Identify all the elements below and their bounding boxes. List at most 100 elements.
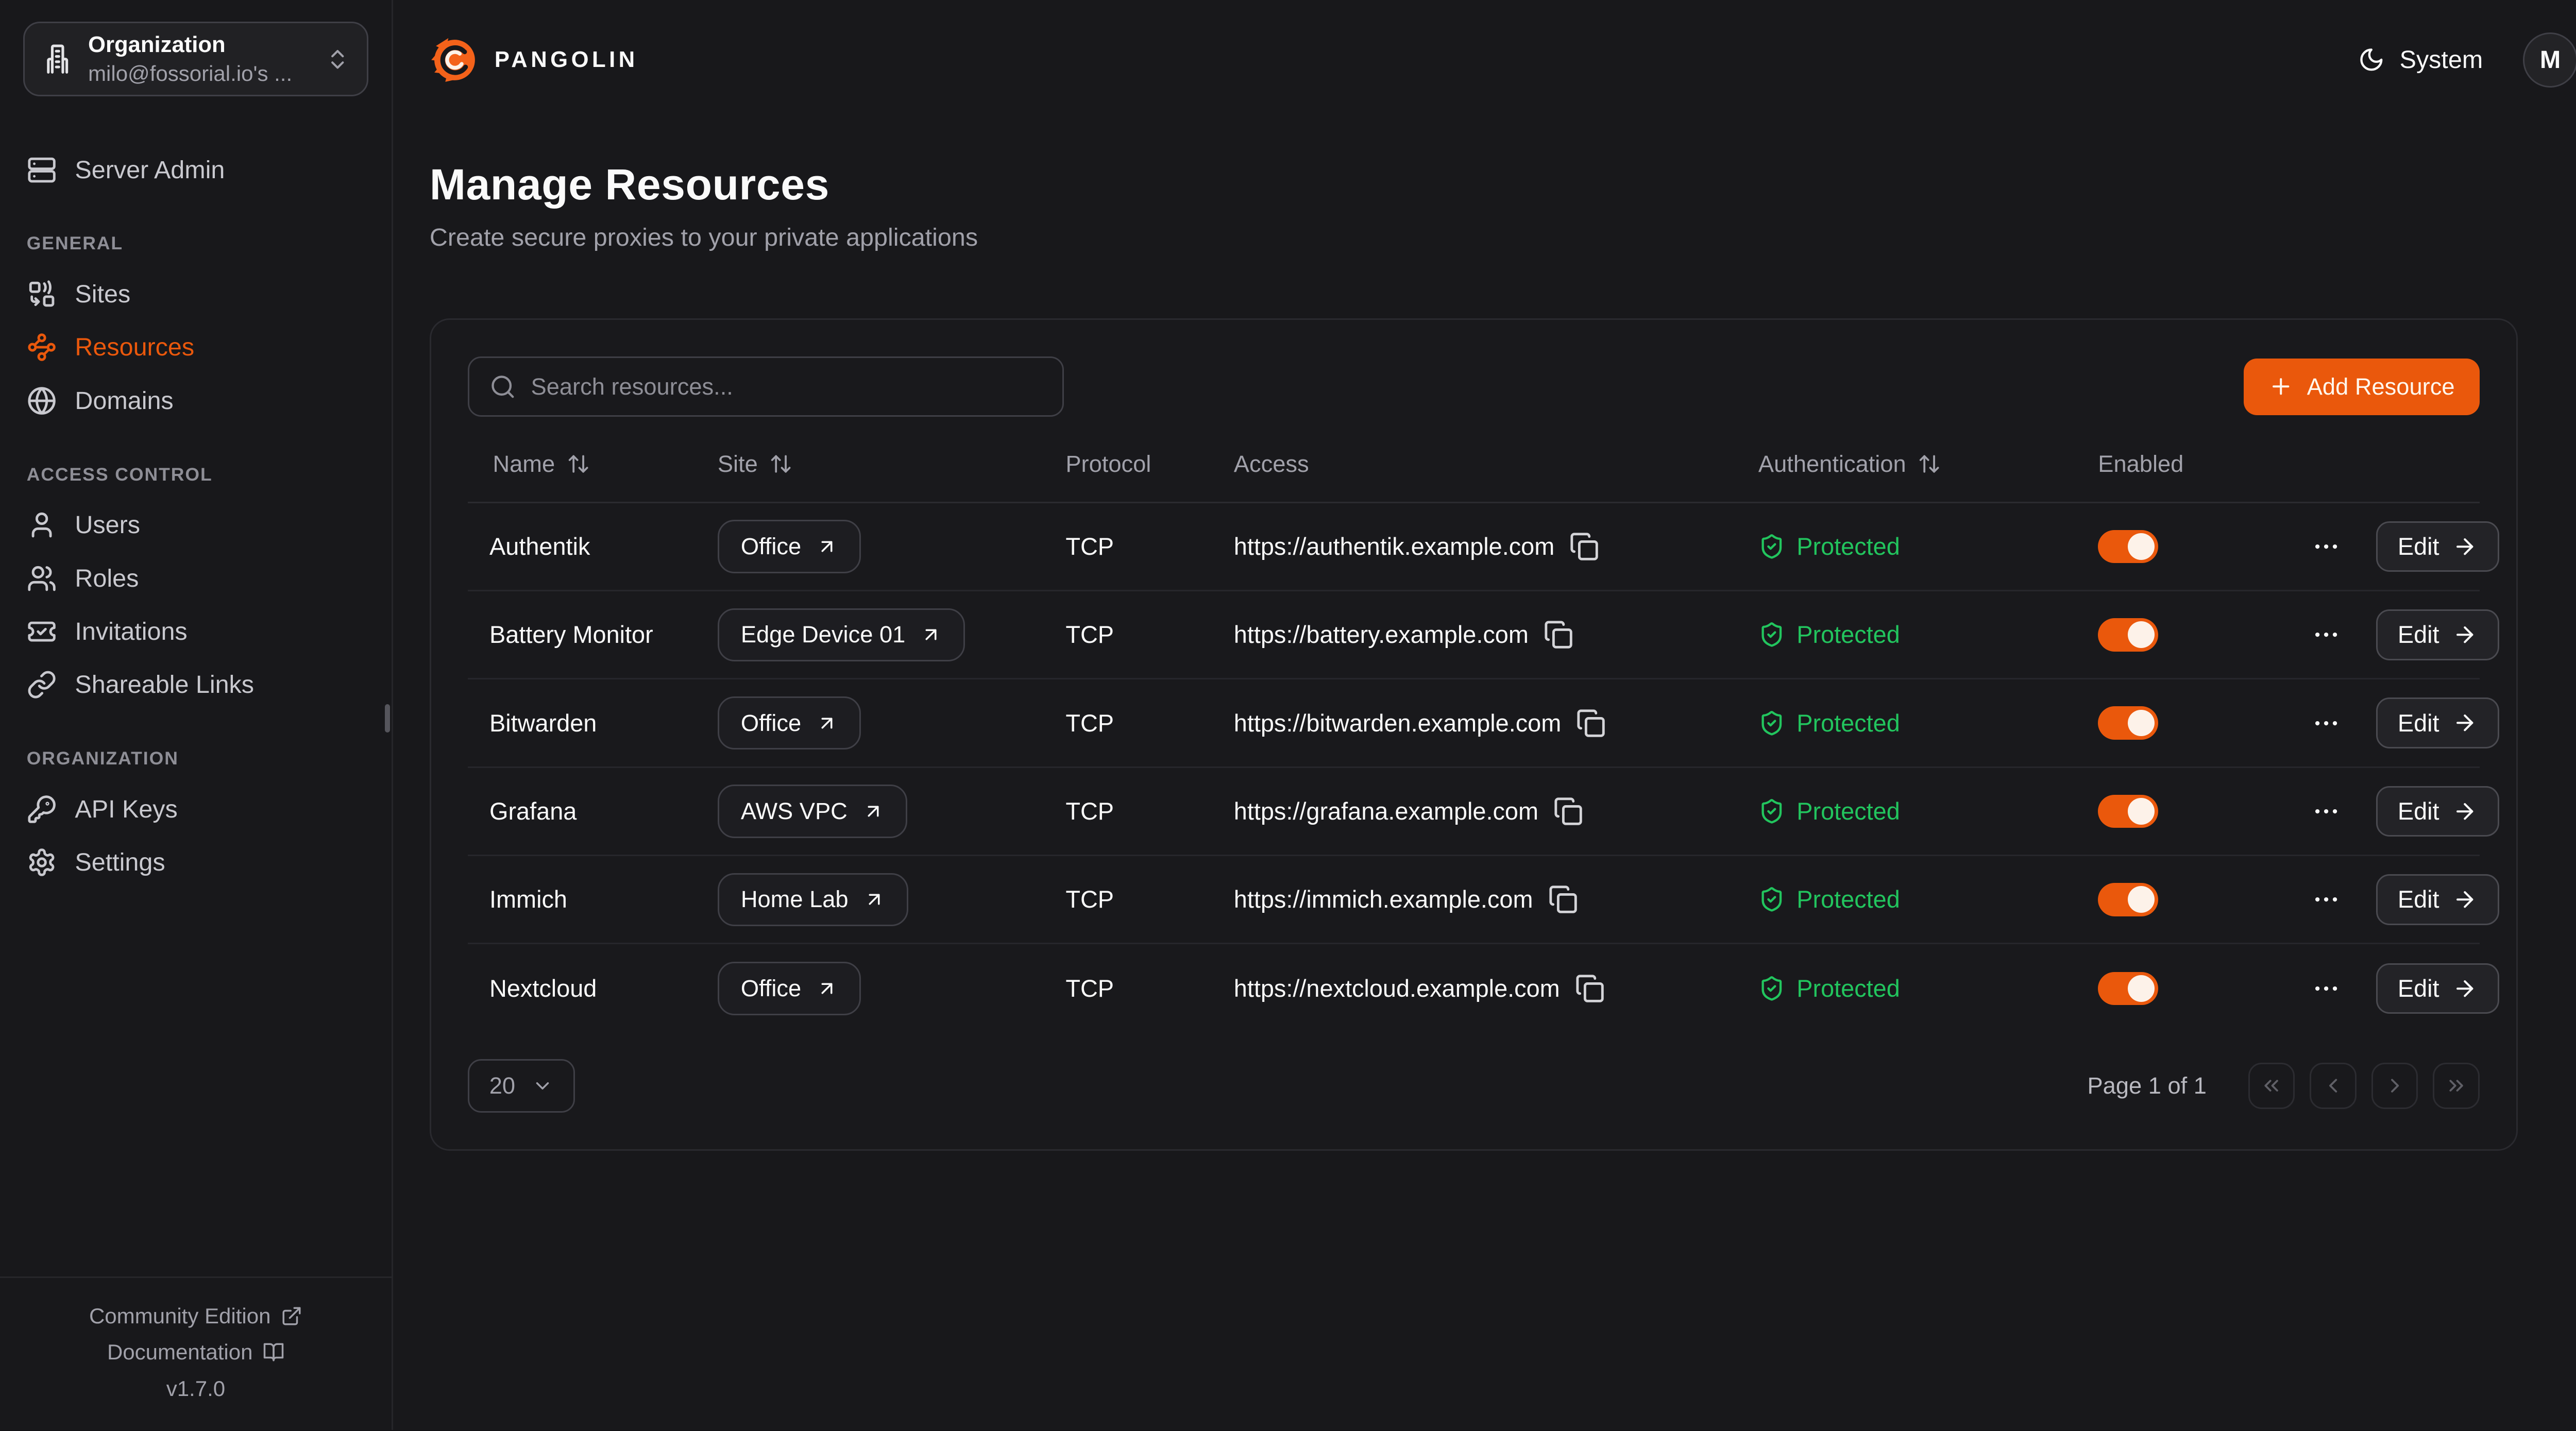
row-menu-button[interactable]: [2311, 796, 2341, 826]
site-link-button[interactable]: Home Lab: [718, 873, 908, 926]
resource-name: Nextcloud: [468, 975, 718, 1002]
edit-button[interactable]: Edit: [2376, 786, 2499, 837]
prev-page-button[interactable]: [2310, 1063, 2357, 1110]
sidebar-item-sites[interactable]: Sites: [27, 267, 365, 320]
avatar-initial: M: [2540, 45, 2561, 74]
search-input[interactable]: [531, 373, 1043, 400]
arrow-up-right-icon: [920, 624, 942, 645]
arrow-right-icon: [2452, 534, 2477, 559]
resource-table-body: Authentik Office TCP https://authentik.e…: [468, 503, 2480, 1033]
sidebar-footer-link[interactable]: Community Edition: [0, 1298, 392, 1334]
row-menu-button[interactable]: [2311, 884, 2341, 914]
arrow-right-icon: [2452, 799, 2477, 824]
row-menu-button[interactable]: [2311, 620, 2341, 650]
avatar[interactable]: M: [2523, 32, 2576, 88]
shield-check-icon: [1758, 798, 1785, 825]
sidebar-scrollbar[interactable]: [385, 704, 390, 732]
sidebar-item-settings[interactable]: Settings: [27, 836, 365, 889]
sidebar-section-title: GENERAL: [27, 233, 365, 254]
column-header-access: Access: [1234, 451, 1758, 478]
first-page-button[interactable]: [2248, 1063, 2295, 1110]
pangolin-logo-icon: [430, 35, 480, 85]
page-size-select[interactable]: 20: [468, 1059, 575, 1112]
column-header-name[interactable]: Name: [468, 451, 718, 478]
edit-button[interactable]: Edit: [2376, 697, 2499, 748]
sort-icon[interactable]: [567, 452, 590, 475]
chevron-down-icon: [532, 1075, 553, 1097]
org-switcher[interactable]: Organization milo@fossorial.io's ...: [23, 22, 368, 96]
sort-icon[interactable]: [1918, 452, 1941, 475]
sidebar-footer-link[interactable]: Documentation: [0, 1334, 392, 1371]
resources-card: Add Resource NameSiteProtocolAccessAuthe…: [430, 318, 2518, 1150]
moon-icon: [2358, 46, 2385, 73]
site-link-button[interactable]: Office: [718, 520, 861, 573]
main-area: PANGOLIN System M Manage Resources Creat…: [393, 0, 2576, 1430]
arrow-right-icon: [2452, 887, 2477, 912]
sidebar-item-resources[interactable]: Resources: [27, 321, 365, 374]
auth-badge: Protected: [1758, 797, 2098, 825]
key-icon: [27, 794, 57, 824]
sidebar-item-shareable-links[interactable]: Shareable Links: [27, 658, 365, 711]
search-box: [468, 356, 1064, 416]
sidebar-item-domains[interactable]: Domains: [27, 374, 365, 427]
row-menu-button[interactable]: [2311, 532, 2341, 561]
column-header-authentication[interactable]: Authentication: [1758, 451, 2098, 478]
enabled-toggle[interactable]: [2098, 618, 2158, 652]
resource-access-url: https://immich.example.com: [1234, 885, 1533, 913]
sidebar-section-title: ORGANIZATION: [27, 748, 365, 769]
site-link-button[interactable]: Edge Device 01: [718, 608, 965, 661]
sidebar-item-server-admin[interactable]: Server Admin: [27, 143, 365, 196]
site-link-button[interactable]: Office: [718, 696, 861, 749]
copy-icon[interactable]: [1575, 974, 1605, 1003]
copy-icon[interactable]: [1553, 796, 1583, 826]
sidebar-item-invitations[interactable]: Invitations: [27, 605, 365, 658]
theme-toggle[interactable]: System: [2358, 45, 2483, 74]
column-header-site[interactable]: Site: [718, 451, 1066, 478]
page-subtitle: Create secure proxies to your private ap…: [430, 223, 2576, 252]
site-link-button[interactable]: AWS VPC: [718, 785, 907, 838]
enabled-toggle[interactable]: [2098, 972, 2158, 1006]
row-menu-button[interactable]: [2311, 974, 2341, 1003]
sort-icon[interactable]: [769, 452, 792, 475]
chevron-left-icon: [2321, 1074, 2345, 1097]
arrow-up-right-icon: [816, 978, 838, 999]
book-open-icon: [263, 1341, 284, 1363]
sidebar-item-users[interactable]: Users: [27, 499, 365, 552]
resource-protocol: TCP: [1065, 797, 1233, 825]
auth-badge: Protected: [1758, 975, 2098, 1002]
edit-button[interactable]: Edit: [2376, 874, 2499, 925]
last-page-button[interactable]: [2433, 1063, 2480, 1110]
shield-check-icon: [1758, 886, 1785, 913]
enabled-toggle[interactable]: [2098, 530, 2158, 564]
brand[interactable]: PANGOLIN: [430, 35, 638, 85]
sidebar-item-roles[interactable]: Roles: [27, 552, 365, 605]
enabled-toggle[interactable]: [2098, 795, 2158, 828]
next-page-button[interactable]: [2371, 1063, 2418, 1110]
org-label: Organization: [88, 30, 310, 60]
copy-icon[interactable]: [1569, 532, 1599, 561]
edit-button[interactable]: Edit: [2376, 609, 2499, 660]
copy-icon[interactable]: [1576, 708, 1606, 738]
row-menu-button[interactable]: [2311, 708, 2341, 738]
edit-button[interactable]: Edit: [2376, 521, 2499, 572]
enabled-toggle[interactable]: [2098, 706, 2158, 740]
chevrons-up-down-icon: [325, 47, 350, 72]
arrow-up-right-icon: [816, 536, 838, 557]
arrow-right-icon: [2452, 622, 2477, 647]
table-row: Bitwarden Office TCP https://bitwarden.e…: [468, 679, 2480, 768]
link-icon: [27, 670, 57, 700]
add-resource-button[interactable]: Add Resource: [2244, 359, 2480, 415]
chevron-right-icon: [2383, 1074, 2406, 1097]
site-link-button[interactable]: Office: [718, 962, 861, 1015]
sidebar-section-title: ACCESS CONTROL: [27, 464, 365, 485]
sidebar-item-api-keys[interactable]: API Keys: [27, 782, 365, 836]
brand-name: PANGOLIN: [495, 47, 638, 73]
enabled-toggle[interactable]: [2098, 883, 2158, 916]
copy-icon[interactable]: [1544, 620, 1573, 650]
shield-check-icon: [1758, 710, 1785, 737]
copy-icon[interactable]: [1548, 884, 1578, 914]
globe-icon: [27, 386, 57, 416]
edit-button[interactable]: Edit: [2376, 963, 2499, 1014]
org-value: milo@fossorial.io's ...: [88, 60, 310, 88]
sites-icon: [27, 279, 57, 309]
